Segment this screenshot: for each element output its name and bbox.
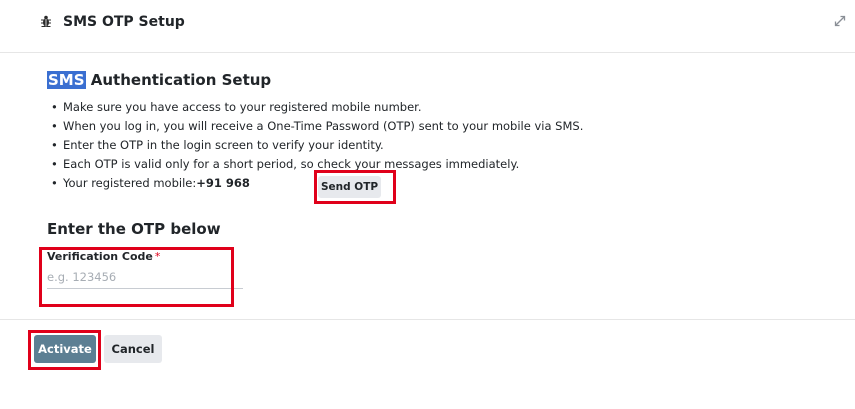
verification-code-label-text: Verification Code — [47, 250, 153, 263]
dialog-header: SMS OTP Setup — [0, 0, 855, 53]
section-title-text: Authentication Setup — [85, 71, 272, 89]
section-title-highlight: SMS — [47, 71, 86, 89]
section-title: SMS Authentication Setup — [47, 71, 271, 89]
cancel-button[interactable]: Cancel — [104, 335, 162, 363]
list-item: When you log in, you will receive a One-… — [47, 117, 583, 136]
registered-mobile-item: Your registered mobile:+91 968 — [47, 174, 583, 193]
verification-code-label: Verification Code * — [47, 250, 160, 263]
footer-divider — [0, 319, 855, 320]
bug-icon — [41, 15, 51, 27]
dialog-title: SMS OTP Setup — [63, 14, 185, 30]
mobile-label: Your registered mobile: — [63, 176, 197, 190]
send-otp-button[interactable]: Send OTP — [318, 176, 381, 198]
verification-code-input[interactable] — [47, 266, 243, 289]
list-item: Make sure you have access to your regist… — [47, 98, 583, 117]
activate-button[interactable]: Activate — [34, 335, 96, 363]
otp-heading: Enter the OTP below — [47, 220, 221, 238]
mobile-value: +91 968 — [196, 176, 250, 190]
list-item: Enter the OTP in the login screen to ver… — [47, 136, 583, 155]
required-mark: * — [154, 250, 161, 263]
instruction-list: Make sure you have access to your regist… — [47, 98, 583, 193]
list-item: Each OTP is valid only for a short perio… — [47, 155, 583, 174]
expand-icon[interactable] — [833, 14, 847, 28]
